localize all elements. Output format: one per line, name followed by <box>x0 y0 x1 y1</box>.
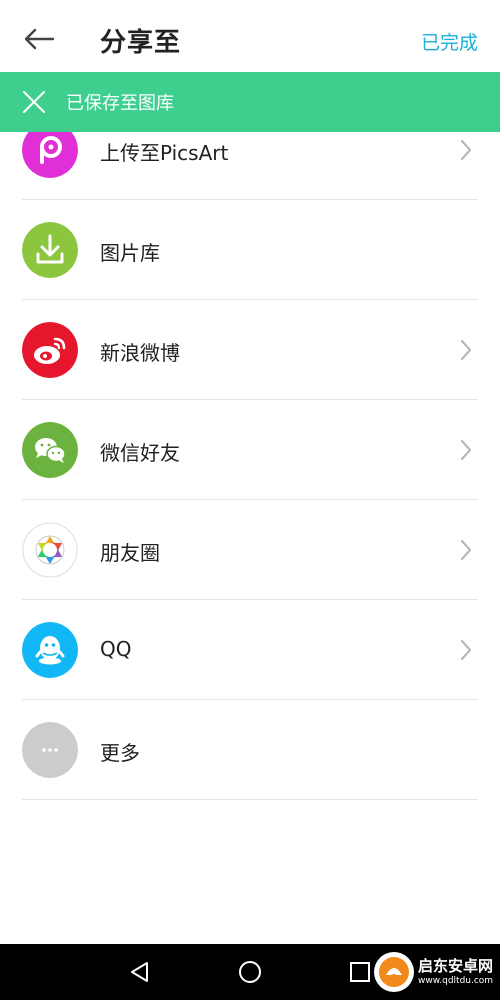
toast-message: 已保存至图库 <box>66 93 174 114</box>
moments-icon <box>22 522 78 578</box>
share-target-row[interactable]: 新浪微博 <box>0 300 500 400</box>
share-target-label: 微信好友 <box>100 441 180 465</box>
download-icon <box>22 222 78 278</box>
close-icon <box>23 91 45 113</box>
share-screen: 分享至 已完成 已保存至图库 上传至PicsArt 图片库新浪微博微信好友 朋友圈… <box>0 0 500 1000</box>
share-target-row[interactable]: 上传至PicsArt <box>0 132 500 200</box>
back-button[interactable] <box>18 18 60 60</box>
nav-back-button[interactable] <box>126 958 154 986</box>
more-icon <box>22 722 78 778</box>
qq-icon <box>22 622 78 678</box>
nav-back-icon <box>131 962 148 982</box>
row-divider <box>22 799 478 800</box>
toast-close-button[interactable] <box>20 88 48 116</box>
chevron-right-icon <box>458 538 474 562</box>
watermark-url: www.qdltdu.com <box>418 976 494 986</box>
share-target-label: 新浪微博 <box>100 341 180 365</box>
share-target-label: 上传至PicsArt <box>100 141 229 165</box>
weibo-icon <box>22 322 78 378</box>
chevron-right-icon <box>458 438 474 462</box>
nav-home-icon <box>239 961 261 983</box>
share-target-label: 图片库 <box>100 241 160 265</box>
chevron-right-icon <box>458 138 474 162</box>
nav-home-button[interactable] <box>236 958 264 986</box>
watermark-logo <box>374 952 414 992</box>
share-target-label: 朋友圈 <box>100 541 160 565</box>
share-list: 上传至PicsArt 图片库新浪微博微信好友 朋友圈 QQ 更多 <box>0 132 500 800</box>
arrow-left-icon <box>24 28 55 50</box>
share-target-row[interactable]: 微信好友 <box>0 400 500 500</box>
share-target-row[interactable]: 更多 <box>0 700 500 800</box>
chevron-right-icon <box>458 338 474 362</box>
share-target-row[interactable]: 朋友圈 <box>0 500 500 600</box>
chevron-right-icon <box>458 638 474 662</box>
share-target-label: 更多 <box>100 741 140 765</box>
wechat-icon <box>22 422 78 478</box>
picsart-icon <box>22 132 78 178</box>
header: 分享至 已完成 <box>0 0 500 72</box>
share-target-row[interactable]: QQ <box>0 600 500 700</box>
watermark-title: 启东安卓网 <box>418 957 494 975</box>
watermark: 启东安卓网 www.qdltdu.com <box>370 944 500 1000</box>
share-target-label: QQ <box>100 637 132 661</box>
system-nav-bar: 启东安卓网 www.qdltdu.com <box>0 944 500 1000</box>
page-title: 分享至 <box>100 28 182 58</box>
saved-toast: 已保存至图库 <box>0 72 500 132</box>
nav-recents-icon <box>350 962 370 982</box>
done-button[interactable]: 已完成 <box>421 28 478 55</box>
share-target-row[interactable]: 图片库 <box>0 200 500 300</box>
